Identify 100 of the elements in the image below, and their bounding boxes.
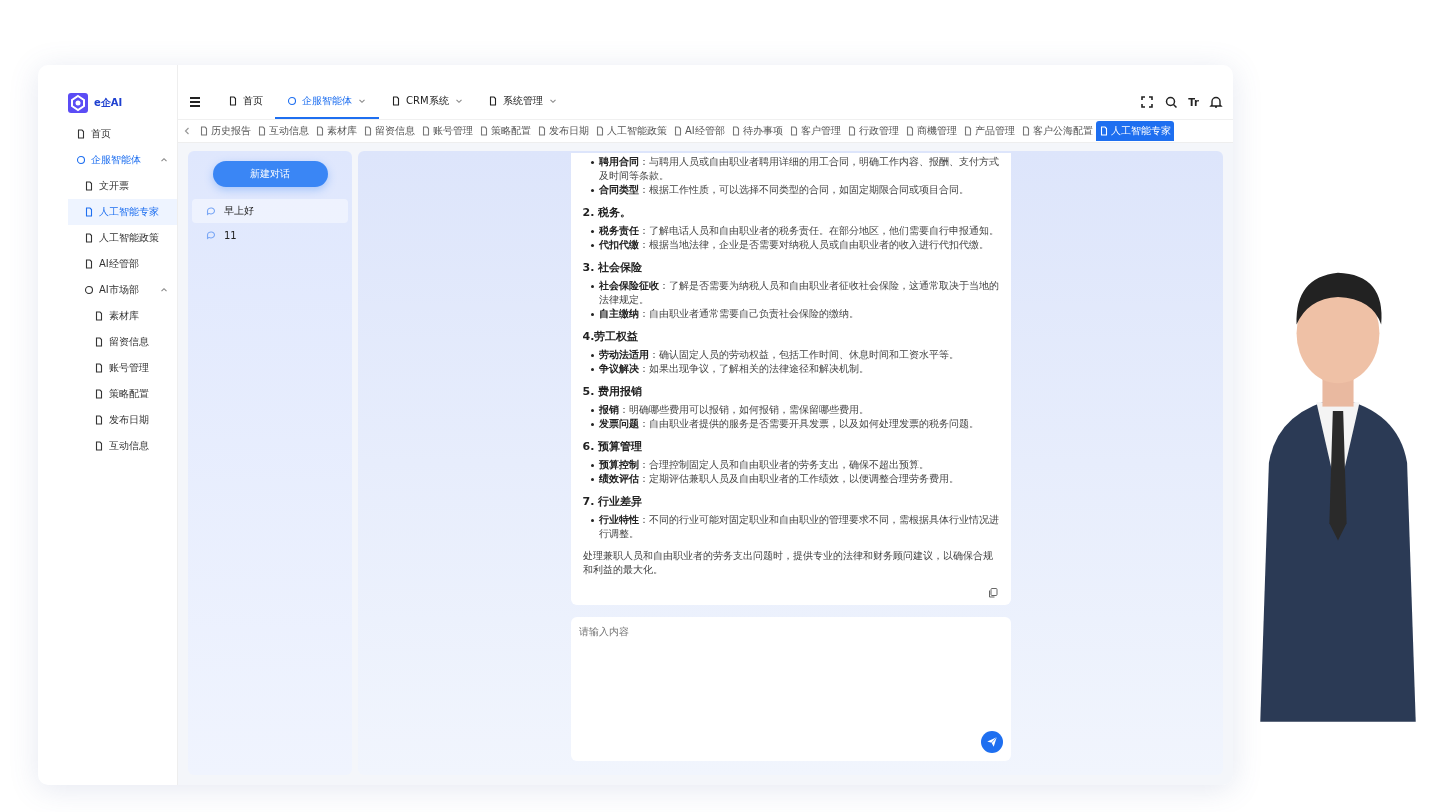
document-icon [1020,126,1031,136]
bullet-icon [590,423,594,426]
document-icon [788,126,799,136]
search-icon[interactable] [1164,95,1179,109]
sidebar-item[interactable]: 人工智能政策 [38,225,177,251]
bullet-icon [590,285,594,288]
chat-bubble-icon [206,206,216,216]
section-heading: 6. 预算管理 [582,439,644,454]
sidebar-item[interactable]: 文开票 [38,173,177,199]
logo-icon [68,93,88,113]
page-tab[interactable]: 历史报告 [196,121,254,141]
app-name: e企AI [94,96,123,110]
document-icon [846,126,857,136]
document-icon [94,415,104,425]
bullet-icon [590,161,594,164]
fullscreen-icon[interactable] [1140,95,1155,109]
section-heading: 7. 行业差异 [582,494,644,509]
page-tab[interactable]: 客户公海配置 [1017,121,1096,141]
page-tab[interactable]: 产品管理 [959,121,1018,141]
list-item-text: 代扣代缴：根据当地法律，企业是否需要对纳税人员或自由职业者的收入进行代扣代缴。 [598,238,989,252]
message-input-field[interactable]: 请输入内容 [570,617,1011,761]
page-tab[interactable]: 留资信息 [360,121,418,141]
bullet-icon [590,354,594,357]
section-heading: 4.劳工权益 [582,329,640,344]
sidebar-item[interactable]: 账号管理 [38,355,177,381]
list-item-text: 合同类型：根据工作性质，可以选择不同类型的合同，如固定期限合同或项目合同。 [598,183,969,197]
nav-tab[interactable]: CRM系统 [379,85,476,119]
page-tab[interactable]: 策略配置 [476,121,534,141]
sidebar-item[interactable]: 人工智能专家 [68,199,177,225]
list-item-text: 税务责任：了解电话人员和自由职业者的税务责任。在部分地区，他们需要自行申报通知。 [598,224,999,238]
sidebar-item[interactable]: 企服智能体 [38,147,177,173]
page-tab[interactable]: 人工智能政策 [592,121,670,141]
list-item-text: 聘用合同：与聘用人员或自由职业者聘用详细的用工合同，明确工作内容、报酬、支付方式及时间等条款。 [598,155,999,183]
section-heading: 2. 税务。 [582,205,633,220]
list-item-text: 争议解决：如果出现争议，了解相关的法律途径和解决机制。 [598,362,869,376]
page-tab[interactable]: 客户管理 [785,121,844,141]
new-chat-button[interactable]: 新建对话 [212,161,328,187]
sidebar-item[interactable]: 留资信息 [38,329,177,355]
bullet-icon [590,313,594,316]
document-icon [363,126,373,136]
sidebar-item[interactable]: AI经管部 [38,251,177,277]
page-tab[interactable]: 人工智能专家 [1095,121,1174,141]
document-icon [84,259,94,269]
sidebar-item[interactable]: 策略配置 [38,381,177,407]
page-tab[interactable]: 素材库 [312,121,360,141]
chat-bubble-icon [206,230,216,240]
sidebar-item[interactable]: 首页 [38,121,177,147]
document-icon [391,96,401,106]
list-item-text: 绩效评估：定期评估兼职人员及自由职业者的工作绩效，以便调整合理劳务费用。 [598,472,959,486]
document-icon [730,126,741,136]
page-tab[interactable]: 发布日期 [534,121,592,141]
list-item-text: 发票问题：自由职业者提供的服务是否需要开具发票，以及如何处理发票的税务问题。 [598,417,979,431]
page-tab[interactable]: AI经管部 [670,121,728,141]
document-icon [962,126,973,136]
document-icon [421,126,431,136]
document-icon [199,126,209,136]
document-icon [94,389,104,399]
document-icon [487,96,498,106]
copy-icon[interactable] [986,587,999,599]
page-tab[interactable]: 账号管理 [418,121,476,141]
document-icon [94,441,104,451]
bullet-icon [590,189,594,192]
nav-tab[interactable]: 企服智能体 [275,85,379,119]
document-icon [673,126,683,136]
bullet-icon [590,230,594,233]
bullet-icon [590,519,594,522]
document-icon [537,126,547,136]
conversation-item[interactable]: 11 [192,223,348,247]
list-item-text: 劳动法适用：确认固定人员的劳动权益，包括工作时间、休息时间和工资水平等。 [598,348,959,362]
page-tab[interactable]: 商機管理 [901,121,960,141]
document-icon [76,129,86,139]
paragraph-text: 处理兼职人员和自由职业者的劳务支出问题时，提供专业的法律和财务顾问建议，以确保合规和利益的最大化。 [582,549,994,577]
list-item-text: 行业特性：不同的行业可能对固定职业和自由职业的管理要求不同，需根据具体行业情况进行调整。 [598,513,999,541]
document-icon [595,126,605,136]
font-size-button[interactable]: Tr [1188,96,1199,108]
list-item-text: 报销：明确哪些费用可以报销，如何报销，需保留哪些费用。 [598,403,869,417]
sidebar-item[interactable]: AI市场部 [38,277,177,303]
list-item-text: 社会保险征收：了解是否需要为纳税人员和自由职业者征收社会保险，这通常取决于当地的法律规定。 [598,279,999,307]
document-icon [94,363,104,373]
page-tab[interactable]: 互动信息 [254,121,312,141]
sidebar-item[interactable]: 发布日期 [38,407,177,433]
page-tab[interactable]: 待办事项 [727,121,786,141]
bullet-icon [590,244,594,247]
bullet-icon [590,409,594,412]
sidebar-item[interactable]: 互动信息 [38,433,177,459]
bell-icon[interactable] [1209,95,1223,109]
menu-icon[interactable] [188,95,202,109]
nav-tab[interactable]: 首页 [216,85,275,119]
document-icon [479,126,489,136]
nav-tab[interactable]: 系统管理 [475,85,570,119]
sidebar-item[interactable]: 素材库 [38,303,177,329]
list-item-text: 自主缴纳：自由职业者通常需要自己负责社会保险的缴纳。 [598,307,859,321]
document-icon [257,126,267,136]
page-tab[interactable]: 行政管理 [843,121,902,141]
list-item-text: 预算控制：合理控制固定人员和自由职业者的劳务支出，确保不超出预算。 [598,458,929,472]
document-icon [84,207,94,217]
bullet-icon [590,478,594,481]
document-icon [228,96,238,106]
document-icon [84,233,94,243]
conversation-item[interactable]: 早上好 [192,199,348,223]
